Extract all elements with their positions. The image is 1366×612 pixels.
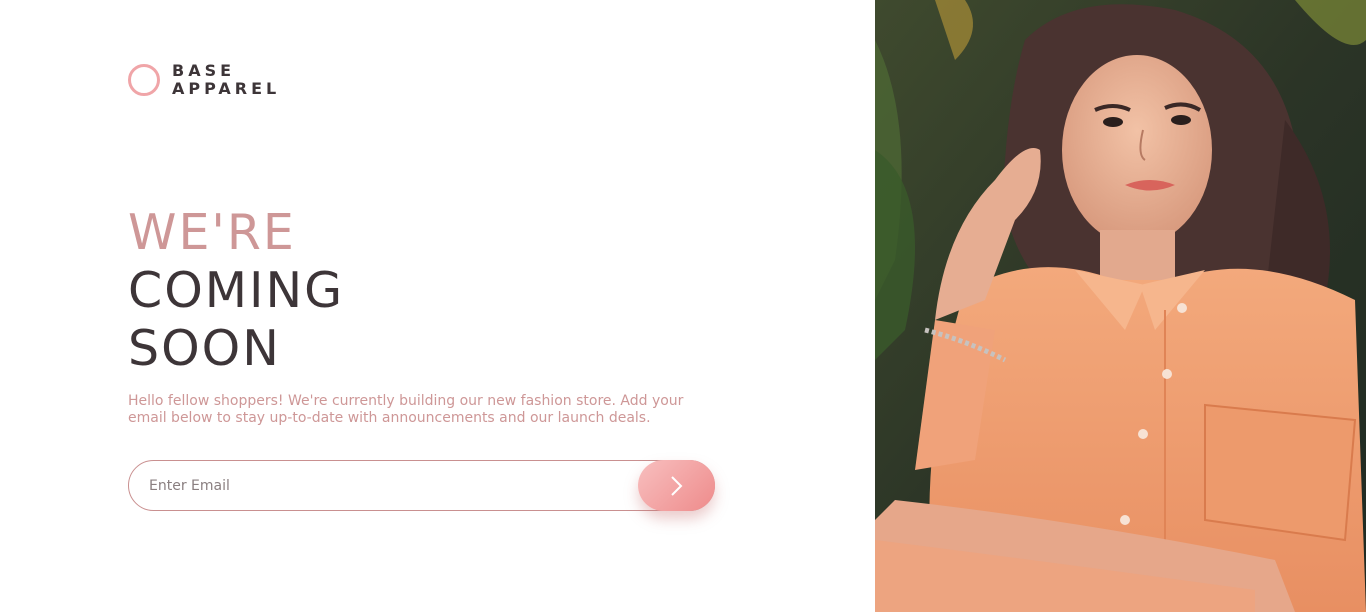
hero-image [875, 0, 1366, 612]
chevron-right-icon [670, 475, 682, 496]
intro-description: Hello fellow shoppers! We're currently b… [128, 393, 684, 426]
page-title: WE'RE COMING SOON [128, 204, 344, 378]
title-line-3: SOON [128, 320, 281, 377]
logo-line-2: APPAREL [172, 79, 281, 98]
logo-wordmark: BASE APPAREL [172, 62, 280, 98]
title-line-1: WE'RE [128, 204, 296, 261]
logo-ring-icon [128, 64, 160, 96]
signup-form [128, 460, 715, 511]
submit-button[interactable] [638, 460, 715, 511]
brand-logo[interactable]: BASE APPAREL [128, 62, 280, 98]
logo-line-1: BASE [172, 61, 236, 80]
content-panel: BASE APPAREL WE'RE COMING SOON Hello fel… [0, 0, 875, 612]
hero-photo [875, 0, 1366, 612]
page: BASE APPAREL WE'RE COMING SOON Hello fel… [0, 0, 1366, 612]
email-input[interactable] [128, 460, 715, 511]
title-line-2: COMING [128, 262, 345, 319]
